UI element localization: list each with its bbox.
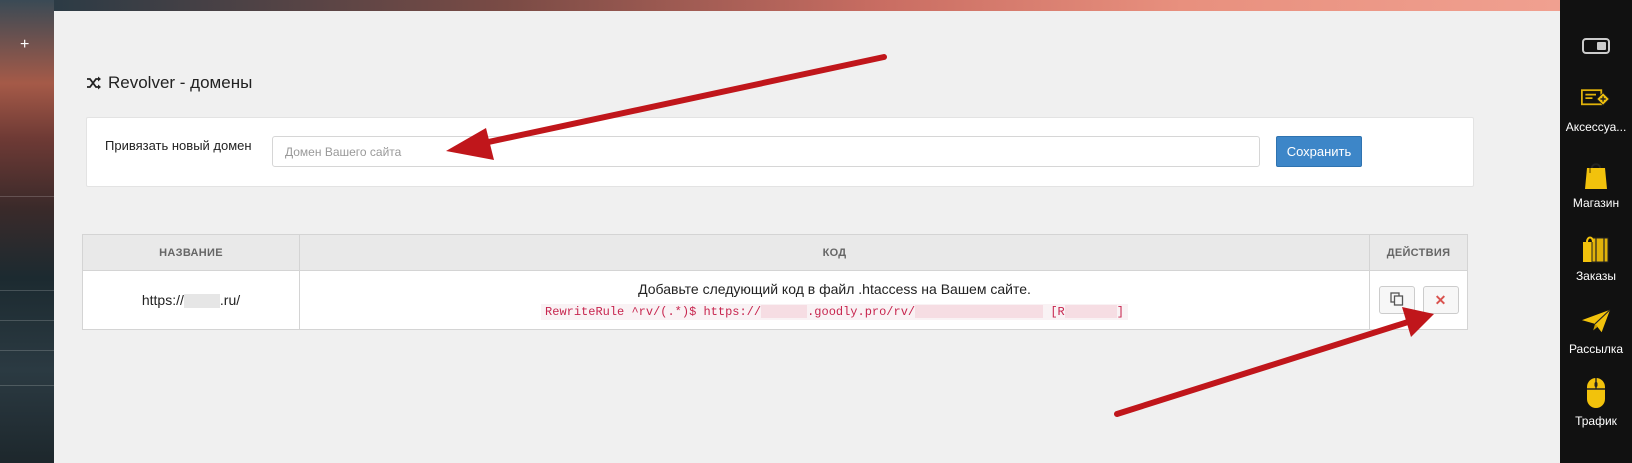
- plus-icon[interactable]: +: [20, 36, 29, 54]
- domain-name-cell: https:// .ru/: [82, 270, 300, 330]
- actions-cell: ✕: [1369, 270, 1468, 330]
- page-heading: Revolver - домены: [86, 73, 252, 93]
- new-domain-label: Привязать новый домен: [105, 138, 252, 153]
- right-sidebar: Аксессуа... Магазин Заказы Рассылка Траф…: [1560, 0, 1632, 463]
- header-name[interactable]: НАЗВАНИЕ: [82, 234, 300, 271]
- header-code[interactable]: КОД: [299, 234, 1370, 271]
- sidebar-item-orders[interactable]: Заказы: [1560, 233, 1632, 283]
- code-part: [R: [1043, 304, 1065, 319]
- sidebar-item-label: Трафик: [1575, 414, 1617, 428]
- redacted-text: [1064, 304, 1117, 318]
- code-instruction: Добавьте следующий код в файл .htaccess …: [638, 280, 1031, 297]
- header-actions: ДЕЙСТВИЯ: [1369, 234, 1468, 271]
- redacted-text: [915, 304, 1044, 318]
- sidebar-item-label: Аксессуа...: [1565, 120, 1627, 134]
- page-title: Revolver - домены: [108, 73, 253, 92]
- accessories-icon: [1581, 84, 1611, 114]
- save-button[interactable]: Сохранить: [1276, 136, 1362, 167]
- close-icon: ✕: [1434, 291, 1447, 308]
- code-snippet[interactable]: RewriteRule ^rv/(.*)$ https:// .goodly.pr…: [541, 303, 1128, 320]
- paper-plane-icon: [1581, 306, 1611, 336]
- shuffle-icon: [86, 76, 102, 90]
- code-cell: Добавьте следующий код в файл .htaccess …: [299, 270, 1370, 330]
- copy-icon: [1389, 291, 1404, 309]
- table-header-row: НАЗВАНИЕ КОД ДЕЙСТВИЯ: [82, 234, 1468, 271]
- table-row: https:// .ru/ Добавьте следующий код в фа…: [82, 270, 1468, 330]
- domain-prefix: https://: [141, 291, 184, 308]
- copy-button[interactable]: [1378, 286, 1415, 314]
- divider: [0, 385, 54, 386]
- sidebar-item-label: Магазин: [1572, 196, 1620, 210]
- sidebar-item-label: Заказы: [1575, 269, 1617, 283]
- orders-icon: [1581, 233, 1611, 263]
- divider: [0, 290, 54, 291]
- shopping-bag-icon: [1581, 160, 1611, 190]
- new-domain-form: Привязать новый домен Сохранить: [86, 117, 1474, 187]
- code-part: ]: [1116, 304, 1124, 319]
- redacted-text: [183, 294, 220, 309]
- sidebar-item-shop[interactable]: Магазин: [1560, 160, 1632, 210]
- divider: [0, 350, 54, 351]
- sidebar-item-mailing[interactable]: Рассылка: [1560, 306, 1632, 356]
- redacted-text: [761, 304, 808, 318]
- delete-button[interactable]: ✕: [1422, 286, 1459, 314]
- background-top-strip: [54, 0, 1560, 11]
- code-part: .goodly.pro/rv/: [807, 304, 916, 319]
- mouse-icon: [1581, 378, 1611, 408]
- background-left-strip: +: [0, 0, 54, 463]
- domain-suffix: .ru/: [219, 291, 241, 308]
- divider: [0, 196, 54, 197]
- domains-table: НАЗВАНИЕ КОД ДЕЙСТВИЯ https:// .ru/ Добав…: [82, 234, 1468, 330]
- sidebar-item-accessories[interactable]: Аксессуа...: [1560, 84, 1632, 134]
- code-part: RewriteRule ^rv/(.*)$ https://: [545, 304, 762, 319]
- divider: [0, 320, 54, 321]
- toggle-icon[interactable]: [1582, 38, 1610, 54]
- sidebar-item-traffic[interactable]: Трафик: [1560, 378, 1632, 428]
- domain-input[interactable]: [272, 136, 1260, 167]
- sidebar-item-label: Рассылка: [1568, 342, 1624, 356]
- main-panel: Revolver - домены Привязать новый домен …: [54, 11, 1560, 463]
